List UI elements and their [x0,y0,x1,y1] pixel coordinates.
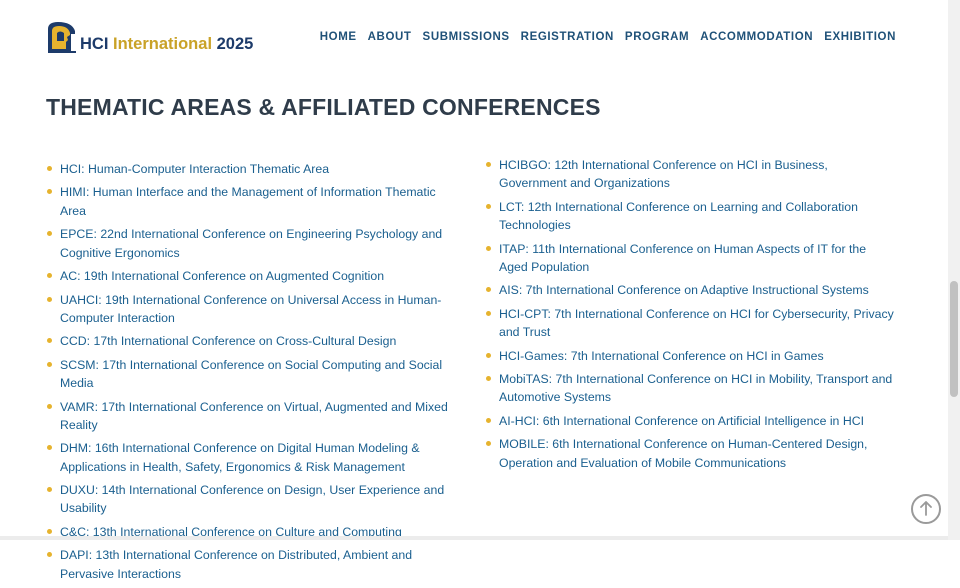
bullet-dot-icon [486,441,491,447]
conference-list-item: MOBILE: 6th International Conference on … [485,435,895,472]
bullet-dot-icon [47,487,52,493]
conference-list-item: HIMI: Human Interface and the Management… [46,183,456,220]
conference-list-item: HCI-CPT: 7th International Conference on… [485,305,895,342]
left-conference-list: HCI: Human-Computer Interaction Thematic… [46,160,456,588]
bullet-dot-icon [486,203,491,209]
bullet-dot-icon [47,296,52,302]
conference-link[interactable]: ITAP: 11th International Conference on H… [499,242,866,274]
conference-link[interactable]: MOBILE: 6th International Conference on … [499,437,867,469]
bullet-dot-icon [486,417,491,423]
conference-list-item: HCI-Games: 7th International Conference … [485,347,895,365]
bullet-dot-icon [486,376,491,382]
conference-list-item: AIS: 7th International Conference on Ada… [485,281,895,299]
bullet-dot-icon [47,189,52,195]
scrollbar-thumb[interactable] [950,281,958,397]
bullet-dot-icon [486,287,491,293]
nav-about[interactable]: ABOUT [368,31,412,43]
nav-exhibition[interactable]: EXHIBITION [824,31,896,43]
conference-list-item: MobiTAS: 7th International Conference on… [485,370,895,407]
nav-program[interactable]: PROGRAM [625,31,689,43]
back-to-top-button[interactable] [911,494,941,524]
conference-list-item: HCIBGO: 12th International Conference on… [485,156,895,193]
nav-home[interactable]: HOME [320,31,357,43]
conference-list-item: AI-HCI: 6th International Conference on … [485,412,895,430]
conference-list-item: CCD: 17th International Conference on Cr… [46,332,456,350]
hci-profile-logo-icon [48,22,76,53]
conference-link[interactable]: HIMI: Human Interface and the Management… [60,185,436,217]
bullet-dot-icon [47,552,52,558]
conference-list-item: LCT: 12th International Conference on Le… [485,198,895,235]
page: HCI International 2025 HOME ABOUT SUBMIS… [0,0,948,581]
bullet-dot-icon [47,445,52,451]
arrow-up-icon [920,501,932,516]
conference-list-item: VAMR: 17th International Conference on V… [46,398,456,435]
conference-link[interactable]: AI-HCI: 6th International Conference on … [499,414,864,428]
section-title: THEMATIC AREAS & AFFILIATED CONFERENCES [46,94,601,120]
main-nav: HOME ABOUT SUBMISSIONS REGISTRATION PROG… [309,31,896,43]
conference-list-item: HCI: Human-Computer Interaction Thematic… [46,160,456,178]
conference-link[interactable]: LCT: 12th International Conference on Le… [499,200,858,232]
conference-link[interactable]: EPCE: 22nd International Conference on E… [60,227,442,259]
site-logo[interactable]: HCI International 2025 [46,18,253,54]
conference-link[interactable]: AIS: 7th International Conference on Ada… [499,283,869,297]
bullet-dot-icon [47,403,52,409]
conference-link[interactable]: DUXU: 14th International Conference on D… [60,483,444,515]
conference-link[interactable]: DAPI: 13th International Conference on D… [60,548,412,580]
bullet-dot-icon [486,162,491,167]
conference-list-item: DHM: 16th International Conference on Di… [46,439,456,476]
conference-link[interactable]: CCD: 17th International Conference on Cr… [60,334,396,348]
bullet-dot-icon [47,338,52,344]
bullet-dot-icon [47,361,52,367]
conference-link[interactable]: HCIBGO: 12th International Conference on… [499,158,828,190]
conference-list-item: DUXU: 14th International Conference on D… [46,481,456,518]
conference-list-item: EPCE: 22nd International Conference on E… [46,225,456,262]
conference-link[interactable]: MobiTAS: 7th International Conference on… [499,372,892,404]
bullet-dot-icon [47,166,52,171]
conference-link[interactable]: VAMR: 17th International Conference on V… [60,400,448,432]
nav-accommodation[interactable]: ACCOMMODATION [700,31,813,43]
bullet-dot-icon [47,528,52,534]
bullet-dot-icon [486,245,491,251]
logo-hci-text: HCI [80,35,109,53]
right-conference-list: HCIBGO: 12th International Conference on… [485,156,895,477]
conference-list-item: DAPI: 13th International Conference on D… [46,546,456,583]
logo-year-text: 2025 [216,35,254,53]
conference-link[interactable]: SCSM: 17th International Conference on S… [60,358,442,390]
nav-submissions[interactable]: SUBMISSIONS [423,31,510,43]
bullet-dot-icon [486,310,491,316]
conference-list-item: UAHCI: 19th International Conference on … [46,291,456,328]
conference-list-item: ITAP: 11th International Conference on H… [485,240,895,277]
conference-link[interactable]: HCI-Games: 7th International Conference … [499,349,824,363]
conference-link[interactable]: UAHCI: 19th International Conference on … [60,293,441,325]
conference-link[interactable]: AC: 19th International Conference on Aug… [60,269,384,283]
page-bottom-edge [0,536,948,540]
bullet-dot-icon [47,273,52,279]
logo-wordmark: HCI International 2025 [80,35,253,53]
conference-link[interactable]: HCI-CPT: 7th International Conference on… [499,307,894,339]
conference-list-item: SCSM: 17th International Conference on S… [46,356,456,393]
logo-international-text: International [113,35,213,53]
vertical-scrollbar[interactable] [948,0,960,540]
conference-link[interactable]: HCI: Human-Computer Interaction Thematic… [60,162,329,176]
conference-link[interactable]: DHM: 16th International Conference on Di… [60,441,420,473]
bullet-dot-icon [47,231,52,237]
nav-registration[interactable]: REGISTRATION [521,31,614,43]
conference-list-item: AC: 19th International Conference on Aug… [46,267,456,285]
bullet-dot-icon [486,352,491,358]
